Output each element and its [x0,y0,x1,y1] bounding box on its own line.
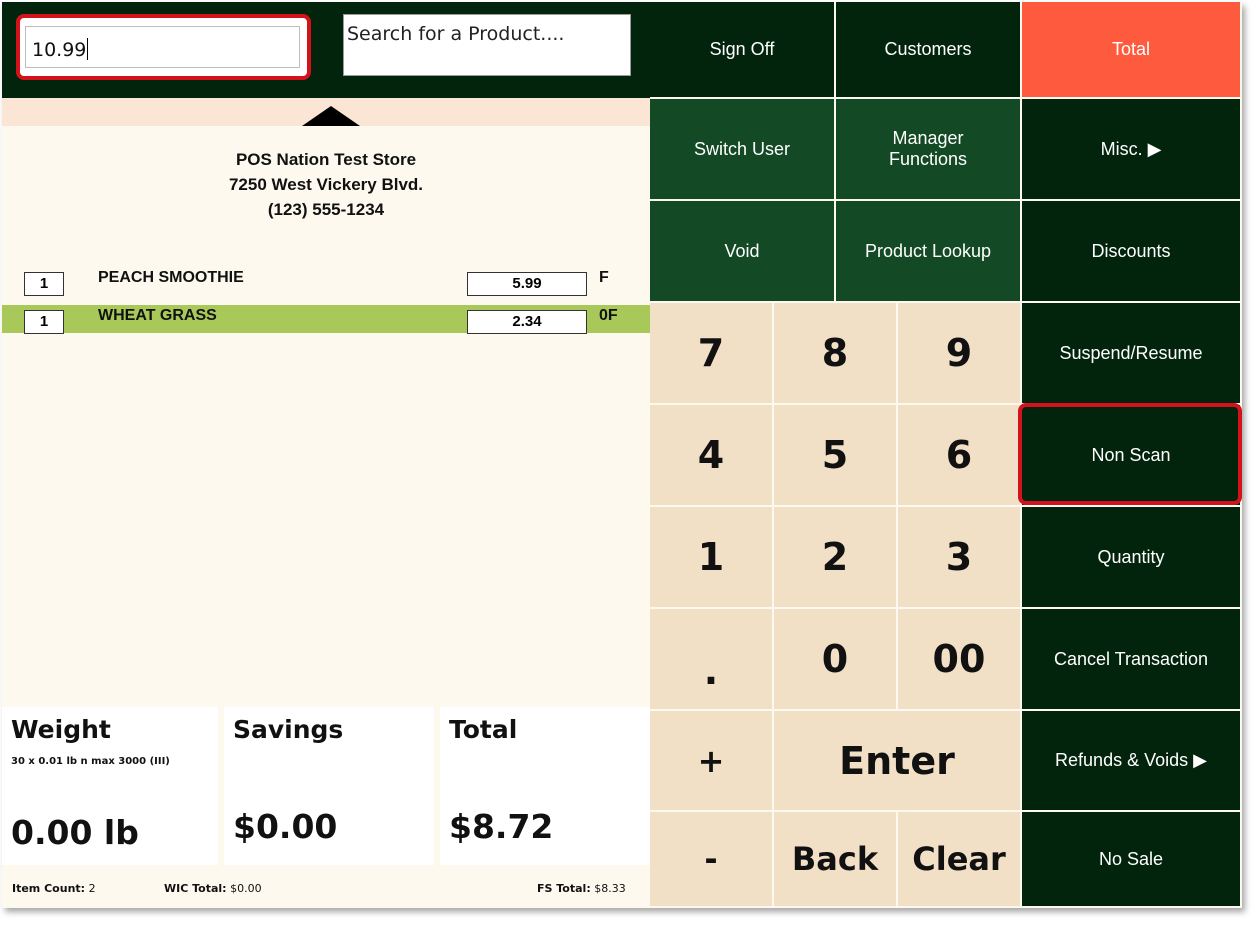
total-panel: Total $8.72 [440,707,650,865]
item-qty: 1 [24,310,64,334]
product-search-input[interactable]: Search for a Product.... [343,14,631,76]
item-name: WHEAT GRASS [98,307,217,324]
input-bar: 10.99 Search for a Product.... [2,2,650,98]
key-decimal[interactable]: . [650,609,774,711]
enter-button[interactable]: Enter [774,711,1022,812]
fs-total-value: $8.33 [594,882,626,895]
savings-panel: Savings $0.00 [224,707,434,865]
function-grid: Sign Off Customers Total Switch User Man… [650,2,1242,908]
suspend-resume-button[interactable]: Suspend/Resume [1022,303,1242,405]
store-phone: (123) 555-1234 [267,200,385,219]
sign-off-button[interactable]: Sign Off [650,2,836,99]
amount-entry-field[interactable]: 10.99 [25,26,300,68]
item-tax-flag: F [599,269,609,286]
line-item-selected[interactable]: 1 WHEAT GRASS 2.34 0F [2,305,650,334]
cancel-transaction-button[interactable]: Cancel Transaction [1022,609,1242,711]
back-button[interactable]: Back [774,812,898,908]
item-name: PEACH SMOOTHIE [98,269,244,286]
store-name: POS Nation Test Store [235,150,417,169]
key-0[interactable]: 0 [774,609,898,711]
fs-total-label: FS Total: [537,882,591,895]
key-2[interactable]: 2 [774,507,898,609]
scale-spec: 30 x 0.01 lb n max 3000 (III) [11,756,170,767]
line-item[interactable]: 1 PEACH SMOOTHIE 5.99 F [2,267,650,296]
total-title: Total [449,715,518,744]
wic-total-value: $0.00 [230,882,262,895]
void-button[interactable]: Void [650,201,836,303]
entry-highlight: 10.99 [16,14,311,80]
key-4[interactable]: 4 [650,405,774,507]
item-price: 2.34 [467,310,587,334]
weight-value: 0.00 lb [11,813,139,852]
pos-window: 10.99 Search for a Product.... POS Natio… [2,2,1242,908]
total-button[interactable]: Total [1022,2,1242,99]
collapse-arrow-icon[interactable] [302,106,360,126]
item-count-value: 2 [88,882,96,895]
discounts-button[interactable]: Discounts [1022,201,1242,303]
item-qty: 1 [24,272,64,296]
transaction-pane: 10.99 Search for a Product.... POS Natio… [2,2,650,908]
customers-button[interactable]: Customers [836,2,1022,99]
no-sale-button[interactable]: No Sale [1022,812,1242,908]
savings-value: $0.00 [233,807,338,846]
key-9[interactable]: 9 [898,303,1022,405]
key-5[interactable]: 5 [774,405,898,507]
store-address: 7250 West Vickery Blvd. [228,175,424,194]
product-lookup-button[interactable]: Product Lookup [836,201,1022,303]
switch-user-button[interactable]: Switch User [650,99,836,201]
savings-title: Savings [233,715,344,744]
key-00[interactable]: 00 [898,609,1022,711]
key-minus[interactable]: - [650,812,774,908]
misc-button[interactable]: Misc. ▶ [1022,99,1242,201]
clear-button[interactable]: Clear [898,812,1022,908]
weight-title: Weight [11,715,111,744]
wic-total-label: WIC Total: [164,882,227,895]
non-scan-button[interactable]: Non Scan [1022,405,1242,507]
store-header: POS Nation Test Store 7250 West Vickery … [2,147,650,222]
key-8[interactable]: 8 [774,303,898,405]
status-footer: Item Count: 2 WIC Total: $0.00 FS Total:… [2,872,650,908]
item-count-label: Item Count: [12,882,86,895]
key-plus[interactable]: + [650,711,774,812]
key-6[interactable]: 6 [898,405,1022,507]
total-value: $8.72 [449,807,554,846]
item-price: 5.99 [467,272,587,296]
text-caret [87,38,89,60]
key-7[interactable]: 7 [650,303,774,405]
key-3[interactable]: 3 [898,507,1022,609]
manager-functions-button[interactable]: Manager Functions [836,99,1022,201]
item-tax-flag: 0F [599,307,618,324]
quantity-button[interactable]: Quantity [1022,507,1242,609]
weight-panel: Weight 30 x 0.01 lb n max 3000 (III) 0.0… [2,707,218,865]
key-1[interactable]: 1 [650,507,774,609]
amount-entry-value: 10.99 [32,39,87,61]
refunds-voids-button[interactable]: Refunds & Voids ▶ [1022,711,1242,812]
